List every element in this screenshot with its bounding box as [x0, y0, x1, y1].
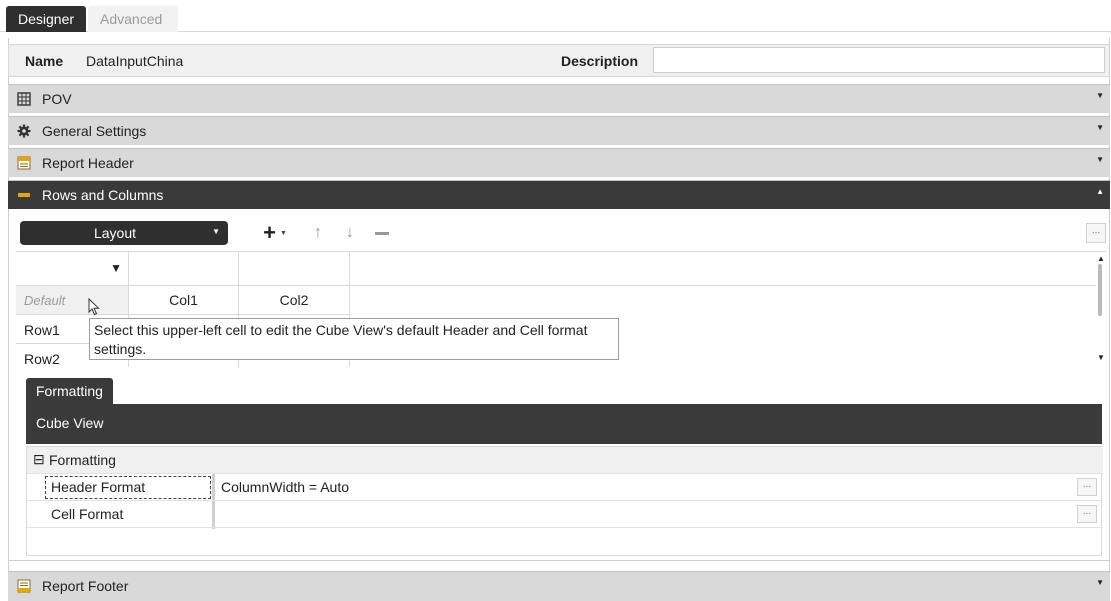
- remove-button[interactable]: [372, 221, 392, 245]
- gear-icon: [16, 123, 32, 139]
- grid-vertical-scrollbar[interactable]: ▲ ▼: [1096, 252, 1106, 367]
- top-tab-bar: Designer Advanced: [0, 0, 1111, 32]
- scroll-down-icon[interactable]: ▼: [1097, 353, 1105, 362]
- cursor-icon: [88, 298, 100, 316]
- section-rows-and-columns[interactable]: Rows and Columns ▲: [8, 180, 1110, 209]
- grid-column-header[interactable]: Col1: [129, 286, 239, 315]
- description-input[interactable]: [653, 47, 1105, 73]
- collapse-toggle-icon[interactable]: ⊟: [33, 451, 45, 468]
- chevron-down-icon: ▼: [279, 229, 287, 237]
- plus-icon: +: [263, 220, 276, 245]
- property-edit-button[interactable]: ...: [1077, 505, 1097, 523]
- minus-icon: [375, 231, 389, 235]
- tab-advanced[interactable]: Advanced: [88, 6, 178, 32]
- pov-grid-icon: [16, 91, 32, 107]
- arrow-down-icon: ↓: [346, 224, 354, 241]
- move-up-button[interactable]: ↑: [308, 221, 328, 245]
- property-row-header-format[interactable]: Header Format ColumnWidth = Auto ...: [27, 474, 1103, 501]
- layout-dropdown-label: Layout: [93, 225, 137, 241]
- scrollbar-thumb[interactable]: [1098, 264, 1102, 316]
- chevron-down-icon: ▼: [1096, 91, 1104, 100]
- report-header-icon: [16, 155, 32, 171]
- toolbar-more-button[interactable]: ...: [1086, 223, 1106, 243]
- tab-designer[interactable]: Designer: [6, 6, 87, 32]
- description-label: Description: [561, 53, 639, 69]
- section-rows-columns-label: Rows and Columns: [42, 187, 164, 203]
- chevron-down-icon: ▼: [1096, 155, 1104, 164]
- section-report-footer-label: Report Footer: [42, 578, 129, 594]
- arrow-up-icon: ↑: [314, 224, 322, 241]
- rows-columns-toolbar: Layout ▼ + ▼ ↑ ↓ ...: [20, 220, 1108, 247]
- property-group-label: Formatting: [49, 452, 116, 468]
- name-label: Name: [25, 53, 64, 69]
- property-name: Header Format: [51, 479, 146, 495]
- property-value[interactable]: ColumnWidth = Auto: [221, 479, 349, 495]
- name-row: Name DataInputChina Description: [8, 44, 1110, 77]
- property-edit-button[interactable]: ...: [1077, 478, 1097, 496]
- property-name: Cell Format: [51, 506, 124, 522]
- layout-dropdown[interactable]: Layout ▼: [20, 221, 228, 245]
- chevron-down-icon: ▼: [1096, 578, 1104, 587]
- cube-view-title: Cube View: [36, 415, 104, 431]
- grid-header-cell[interactable]: [129, 252, 239, 286]
- grid-header-empty: [350, 252, 1096, 286]
- tab-formatting[interactable]: Formatting: [26, 378, 113, 404]
- property-row-cell-format[interactable]: Cell Format ...: [27, 501, 1103, 528]
- report-footer-icon: [16, 578, 32, 594]
- name-value: DataInputChina: [86, 53, 184, 69]
- grid-header-cell[interactable]: [239, 252, 350, 286]
- cube-view-bar: Cube View: [26, 404, 1102, 444]
- grid-column-header[interactable]: Col2: [239, 286, 350, 315]
- default-label: Default: [24, 293, 66, 308]
- filter-icon: ▼: [110, 261, 122, 275]
- property-group-formatting[interactable]: ⊟ Formatting: [27, 447, 1103, 474]
- grid-corner-cell[interactable]: ▼: [16, 252, 129, 286]
- rows-columns-icon: [16, 187, 32, 203]
- grid-default-cell[interactable]: Default: [16, 286, 129, 316]
- chevron-down-icon: ▼: [1096, 123, 1104, 132]
- section-pov[interactable]: POV ▼: [8, 84, 1110, 113]
- chevron-down-icon: ▼: [212, 227, 220, 236]
- section-report-header-label: Report Header: [42, 155, 134, 171]
- section-report-header[interactable]: Report Header ▼: [8, 148, 1110, 177]
- property-grid: ⊟ Formatting Header Format ColumnWidth =…: [26, 446, 1103, 556]
- default-cell-tooltip: Select this upper-left cell to edit the …: [89, 318, 619, 360]
- chevron-up-icon: ▲: [1096, 187, 1104, 196]
- section-general-label: General Settings: [42, 123, 147, 139]
- move-down-button[interactable]: ↓: [340, 221, 360, 245]
- scroll-up-icon[interactable]: ▲: [1097, 254, 1105, 263]
- add-button[interactable]: + ▼: [258, 220, 292, 245]
- section-general-settings[interactable]: General Settings ▼: [8, 116, 1110, 145]
- section-report-footer[interactable]: Report Footer ▼: [8, 571, 1110, 601]
- section-pov-label: POV: [42, 91, 72, 107]
